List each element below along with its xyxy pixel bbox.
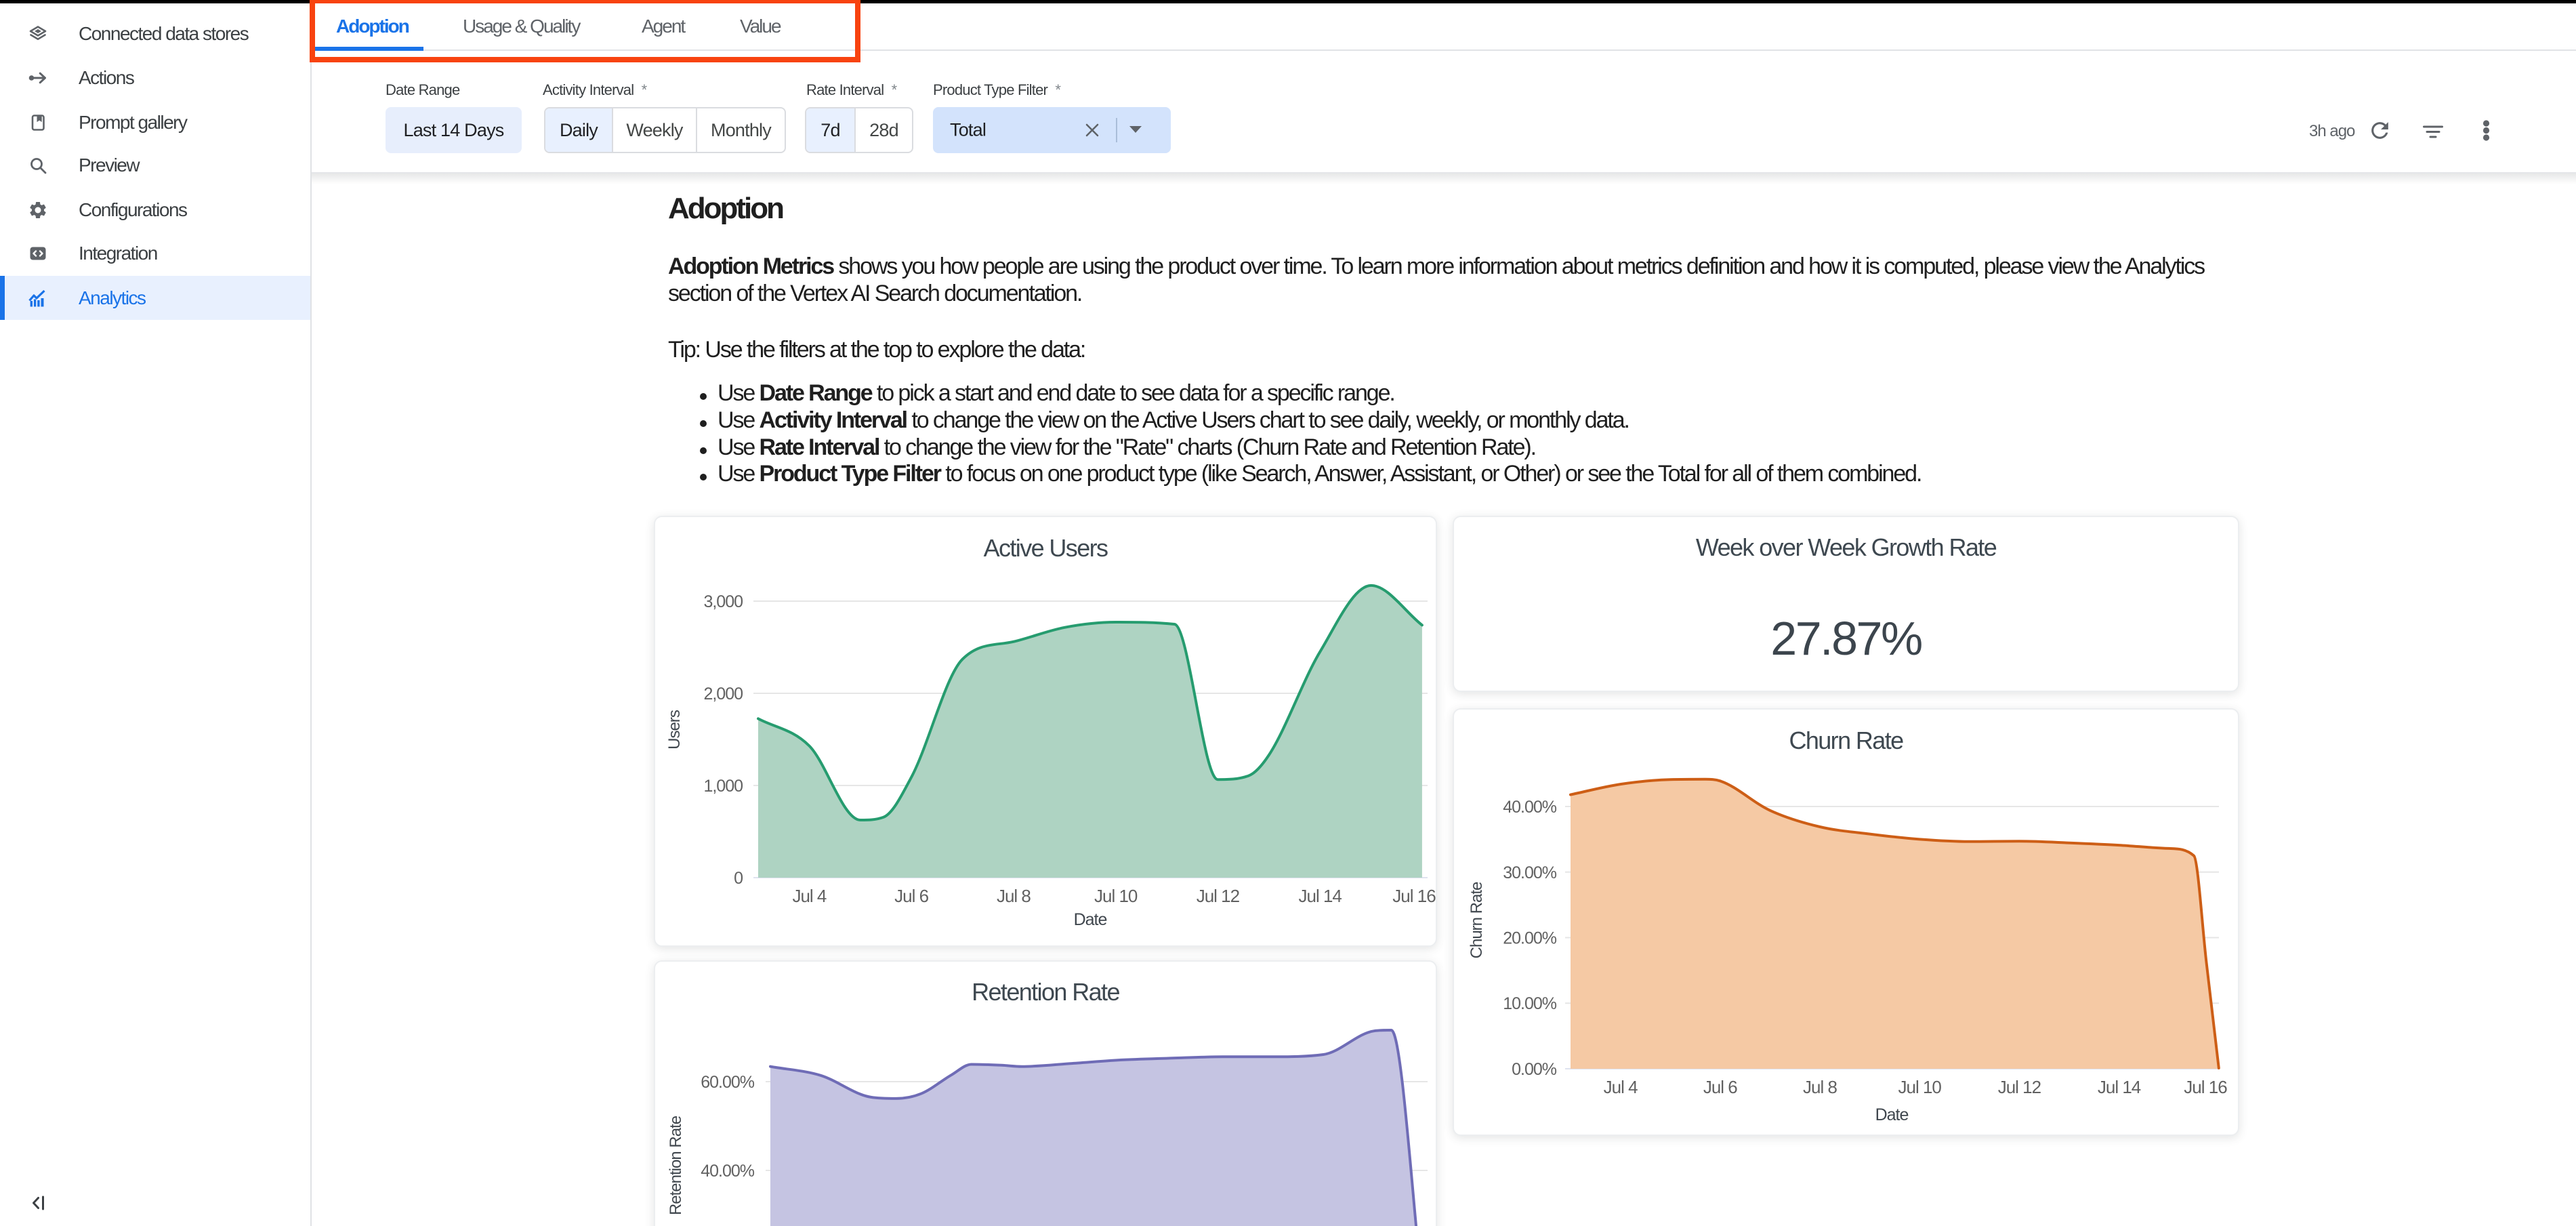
svg-text:Jul 14: Jul 14	[2098, 1077, 2141, 1097]
svg-text:1,000: 1,000	[703, 777, 743, 796]
svg-text:40.00%: 40.00%	[1503, 798, 1557, 817]
svg-text:Jul 10: Jul 10	[1898, 1077, 1942, 1097]
svg-text:30.00%: 30.00%	[1503, 863, 1557, 882]
svg-text:Jul 6: Jul 6	[1703, 1077, 1737, 1097]
svg-text:Jul 12: Jul 12	[1197, 886, 1240, 906]
svg-text:Jul 10: Jul 10	[1094, 886, 1138, 906]
svg-text:Users: Users	[665, 710, 684, 750]
svg-text:20.00%: 20.00%	[1503, 929, 1557, 948]
svg-text:Jul 4: Jul 4	[792, 886, 826, 906]
svg-text:Jul 8: Jul 8	[997, 886, 1031, 906]
svg-text:0: 0	[734, 869, 743, 888]
svg-text:Date: Date	[1875, 1105, 1909, 1124]
svg-text:Jul 4: Jul 4	[1604, 1077, 1638, 1097]
svg-text:3,000: 3,000	[703, 592, 743, 611]
svg-text:Jul 14: Jul 14	[1299, 886, 1342, 906]
svg-text:Date: Date	[1074, 910, 1107, 929]
svg-text:2,000: 2,000	[703, 684, 743, 703]
svg-text:60.00%: 60.00%	[701, 1073, 755, 1092]
svg-text:Jul 8: Jul 8	[1803, 1077, 1837, 1097]
svg-text:Churn Rate: Churn Rate	[1468, 882, 1486, 958]
svg-text:40.00%: 40.00%	[701, 1162, 755, 1181]
svg-text:10.00%: 10.00%	[1503, 994, 1557, 1013]
svg-text:Jul 12: Jul 12	[1998, 1077, 2041, 1097]
svg-text:Jul 16: Jul 16	[1392, 886, 1436, 906]
svg-text:0.00%: 0.00%	[1512, 1060, 1557, 1079]
svg-text:Jul 6: Jul 6	[894, 886, 928, 906]
svg-text:Jul 16: Jul 16	[2184, 1077, 2227, 1097]
svg-text:Retention Rate: Retention Rate	[667, 1116, 685, 1215]
